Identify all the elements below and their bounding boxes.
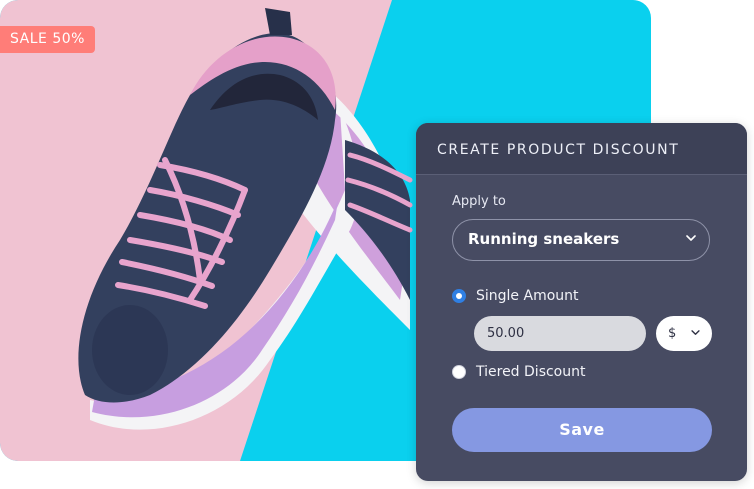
product-select[interactable]: Running sneakers	[452, 219, 710, 261]
currency-select[interactable]: $	[656, 316, 712, 351]
single-amount-option[interactable]: Single Amount	[452, 287, 579, 305]
currency-select-value: $	[668, 326, 677, 341]
apply-to-label: Apply to	[452, 194, 506, 209]
discount-panel: CREATE PRODUCT DISCOUNT Apply to Running…	[416, 123, 747, 481]
product-select-value: Running sneakers	[468, 230, 620, 248]
save-button[interactable]: Save	[452, 408, 712, 452]
sale-badge: SALE 50%	[0, 26, 95, 53]
chevron-down-icon	[686, 235, 696, 241]
panel-title: CREATE PRODUCT DISCOUNT	[416, 123, 747, 175]
tiered-discount-option[interactable]: Tiered Discount	[452, 363, 585, 381]
radio-unselected-icon[interactable]	[452, 365, 466, 379]
tiered-discount-label: Tiered Discount	[476, 364, 586, 380]
radio-selected-icon[interactable]	[452, 289, 466, 303]
amount-input[interactable]: 50.00	[474, 316, 646, 351]
chevron-down-icon	[691, 330, 700, 335]
single-amount-label: Single Amount	[476, 288, 579, 304]
